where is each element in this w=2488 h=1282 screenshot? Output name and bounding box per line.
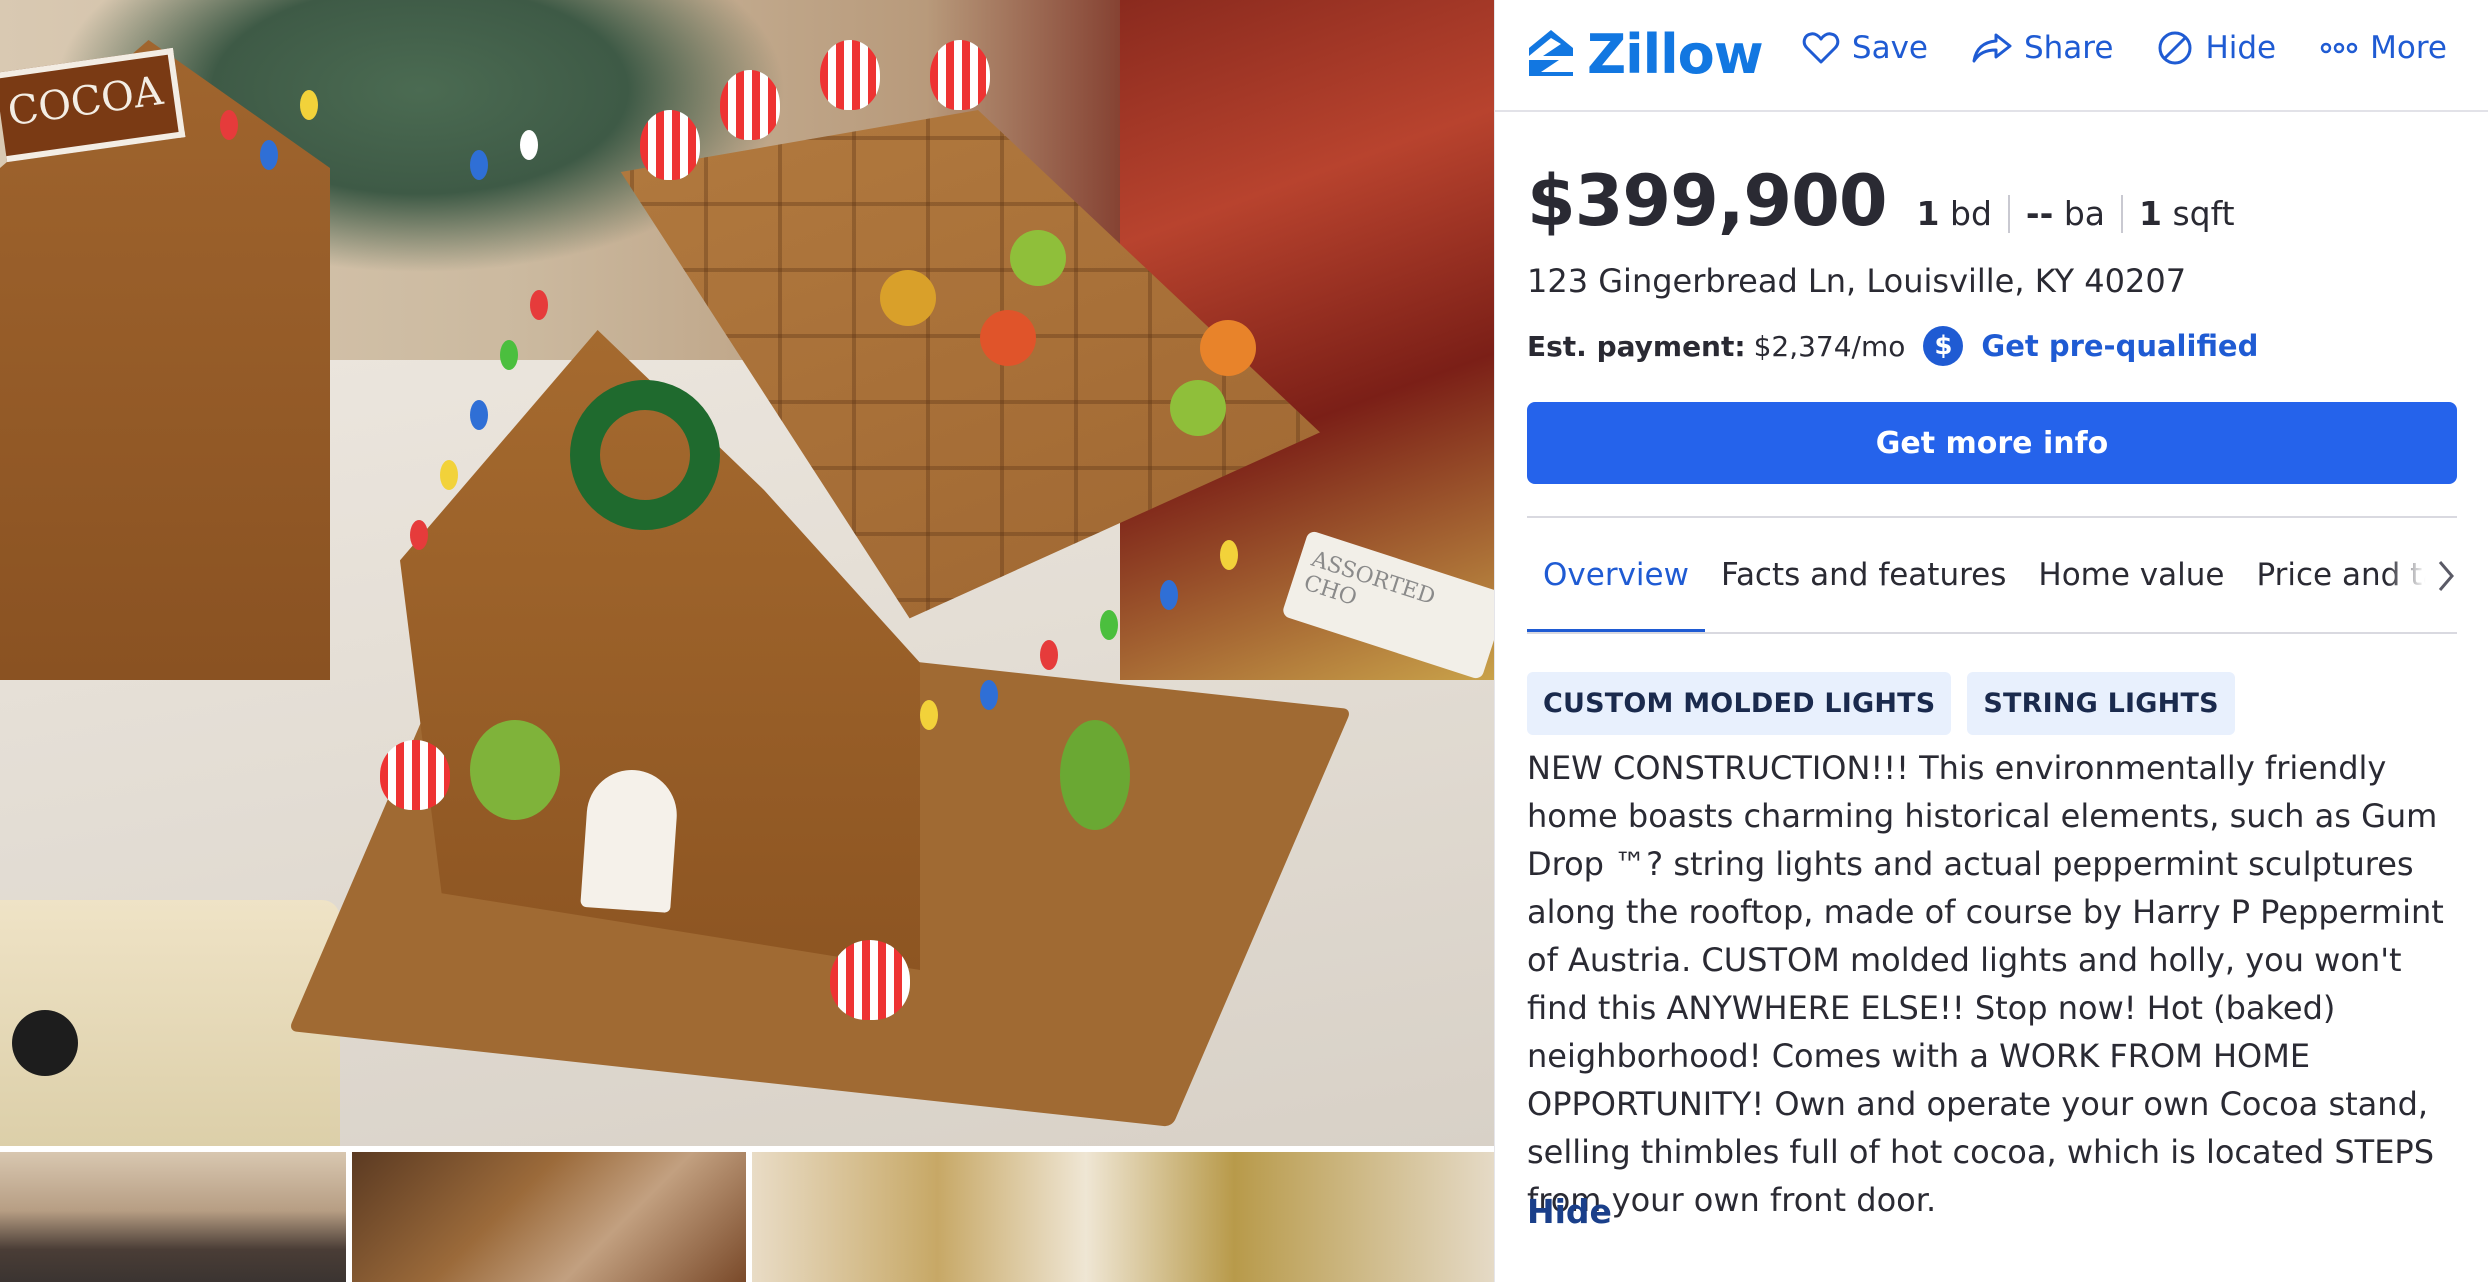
tab-overview[interactable]: Overview [1527, 518, 1705, 632]
listing-price: $399,900 [1527, 160, 1888, 242]
tab-home-value[interactable]: Home value [2022, 518, 2240, 632]
share-button[interactable]: Share [1972, 30, 2113, 66]
thumbnail-3[interactable] [752, 1152, 1494, 1282]
baths-spec: -- ba [2025, 194, 2105, 233]
hide-description-link[interactable]: Hide [1527, 1192, 1612, 1231]
header-actions: Save Share Hide More [1802, 30, 2447, 66]
details-panel: Zillow Save Share Hide More $399,900 1 b… [1494, 0, 2488, 1282]
hide-icon [2157, 30, 2193, 66]
thumbnail-strip [0, 1152, 1494, 1282]
listing-page: ASSORTED CHO COCOA Zillow Save Share Hid… [0, 0, 2488, 1282]
share-label: Share [2023, 30, 2114, 66]
heart-icon [1802, 31, 1840, 65]
more-button[interactable]: More [2320, 30, 2447, 66]
home-specs: 1 bd -- ba 1 sqft [1917, 194, 2235, 233]
hide-button[interactable]: Hide [2157, 30, 2276, 66]
feature-tags: CUSTOM MOLDED LIGHTS STRING LIGHTS [1527, 672, 2235, 735]
main-photo[interactable]: ASSORTED CHO COCOA [0, 0, 1494, 1146]
payment-label: Est. payment: [1527, 329, 1746, 363]
feature-tag: STRING LIGHTS [1967, 672, 2235, 735]
payment-estimate: Est. payment: $2,374/mo $ Get pre-qualif… [1527, 326, 2258, 366]
spec-divider [2007, 194, 2010, 233]
thumbnail-2[interactable] [352, 1152, 746, 1282]
payment-value: $2,374/mo [1753, 329, 1906, 363]
top-bar: Zillow Save Share Hide More [1495, 0, 2488, 112]
save-label: Save [1851, 30, 1928, 66]
zillow-house-icon [1525, 26, 1577, 82]
get-more-info-button[interactable]: Get more info [1527, 402, 2457, 484]
feature-tag: CUSTOM MOLDED LIGHTS [1527, 672, 1952, 735]
spec-divider [2121, 194, 2123, 233]
listing-description: NEW CONSTRUCTION!!! This environmentally… [1527, 749, 2444, 1219]
price-summary: $399,900 1 bd -- ba 1 sqft [1527, 160, 2235, 242]
save-button[interactable]: Save [1802, 30, 1928, 66]
dollar-icon: $ [1923, 326, 1964, 366]
listing-address: 123 Gingerbread Ln, Louisville, KY 40207 [1527, 262, 2187, 300]
hide-label: Hide [2205, 30, 2277, 66]
zillow-logo[interactable]: Zillow [1525, 22, 1764, 86]
tab-facts-and-features[interactable]: Facts and features [1705, 518, 2022, 632]
chevron-right-icon[interactable] [2435, 558, 2457, 598]
photo-gallery: ASSORTED CHO COCOA [0, 0, 1494, 1282]
section-tabs: Overview Facts and features Home value P… [1527, 518, 2457, 634]
get-prequalified-link[interactable]: Get pre-qualified [1981, 329, 2258, 363]
sqft-spec: 1 sqft [2139, 194, 2235, 233]
thumbnail-1[interactable] [0, 1152, 346, 1282]
more-label: More [2370, 30, 2447, 66]
brand-name: Zillow [1587, 22, 1764, 86]
more-dots-icon [2320, 41, 2358, 55]
beds-spec: 1 bd [1916, 194, 1992, 233]
share-icon [1972, 32, 2012, 64]
